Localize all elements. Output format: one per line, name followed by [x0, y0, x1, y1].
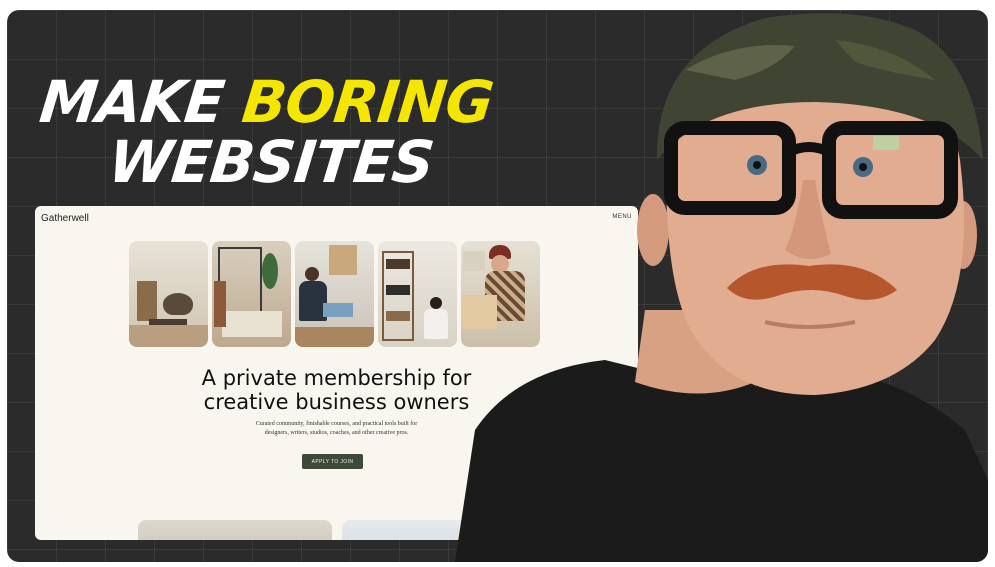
photo-workspace-2 [212, 241, 291, 347]
photo-workspace-1 [129, 241, 208, 347]
apply-to-join-button[interactable]: APPLY TO JOIN [302, 454, 363, 469]
headline-word-make: MAKE [36, 68, 227, 136]
site-logo[interactable]: Gatherwell [41, 213, 89, 224]
feature-card-1 [138, 520, 332, 540]
presenter-photo [455, 13, 988, 562]
photo-workspace-3 [295, 241, 374, 347]
video-thumbnail[interactable]: MAKE BORING WEBSITES Gatherwell MENU A p… [7, 10, 988, 562]
